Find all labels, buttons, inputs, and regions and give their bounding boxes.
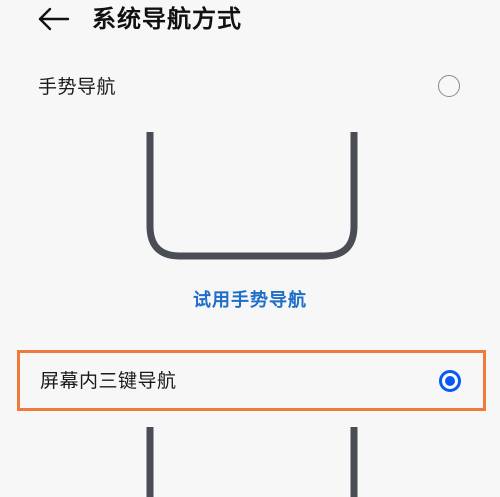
gesture-phone-illustration	[146, 132, 358, 260]
back-button[interactable]	[34, 6, 78, 32]
three-key-phone-illustration	[146, 427, 358, 497]
three-key-navigation-label: 屏幕内三键导航	[40, 370, 177, 392]
back-arrow-icon	[38, 7, 70, 31]
page-title: 系统导航方式	[92, 5, 242, 33]
gesture-navigation-label: 手势导航	[38, 76, 117, 98]
three-key-navigation-option[interactable]: 屏幕内三键导航	[17, 350, 486, 411]
three-key-navigation-radio[interactable]	[439, 370, 461, 392]
try-gesture-navigation-link[interactable]: 试用手势导航	[0, 288, 500, 314]
gesture-navigation-option[interactable]: 手势导航	[0, 58, 500, 118]
radio-selected-dot	[445, 376, 455, 386]
gesture-navigation-radio[interactable]	[438, 75, 460, 97]
top-bar: 系统导航方式	[0, 0, 500, 44]
